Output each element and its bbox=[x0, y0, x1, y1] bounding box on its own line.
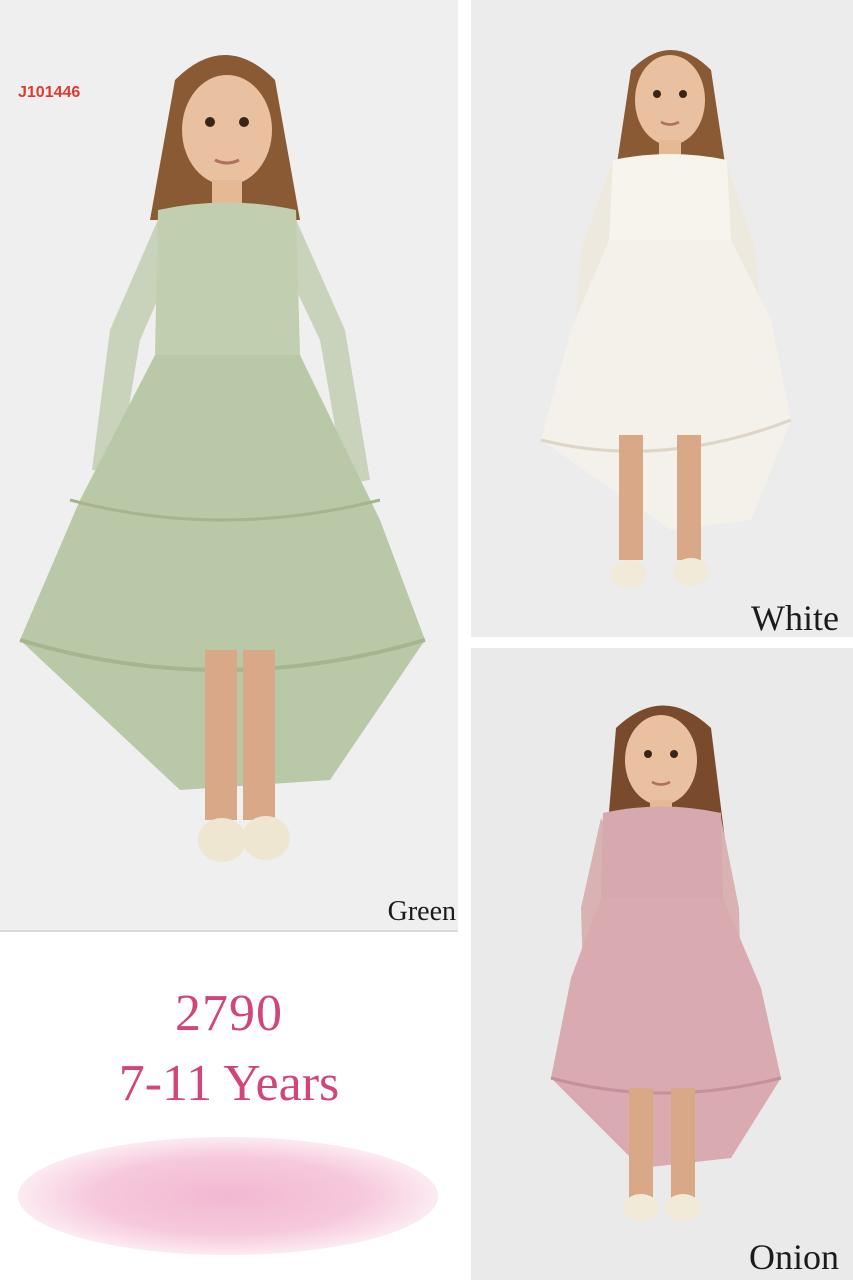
product-code: J101446 bbox=[18, 84, 81, 101]
pink-brush-stroke bbox=[18, 1137, 438, 1255]
price-text: 2790 bbox=[175, 985, 283, 1042]
girl-onion-dress-illustration bbox=[550, 705, 782, 1222]
price-info-block: 2790 7-11 Years bbox=[0, 932, 458, 1280]
girl-white-dress-illustration bbox=[540, 50, 792, 588]
photo-onion-dress: Onion bbox=[471, 648, 853, 1280]
photo-green-dress: J101446 Green bbox=[0, 0, 458, 930]
photo-white-dress: White bbox=[471, 0, 853, 637]
age-range-text: 7-11 Years bbox=[118, 1055, 340, 1112]
color-label-green: Green bbox=[387, 896, 456, 927]
right-horizontal-divider bbox=[471, 637, 853, 648]
girl-green-dress-illustration bbox=[19, 55, 426, 862]
color-label-white: White bbox=[751, 598, 839, 637]
vertical-divider bbox=[458, 0, 471, 1280]
color-label-onion: Onion bbox=[749, 1237, 839, 1277]
